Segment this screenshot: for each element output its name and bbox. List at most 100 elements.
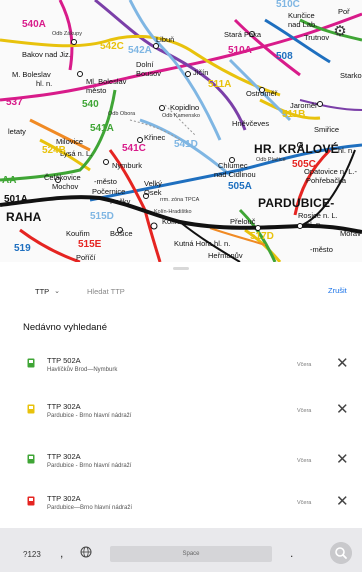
type-dropdown[interactable]: TTP ⌄	[27, 278, 77, 304]
map-station-hr-kralove-hln[interactable]: hl. n.	[338, 147, 354, 155]
map-station-velky-2[interactable]: Osek	[144, 189, 162, 197]
network-map[interactable]: Odb Zákupy Libuň Kunčice nad Lab. Stará …	[0, 0, 362, 262]
drag-handle[interactable]	[173, 267, 189, 270]
map-line-542a[interactable]: 542A	[128, 46, 152, 56]
remove-item-button[interactable]: ✕	[336, 356, 349, 371]
map-station-kolin-hradistko[interactable]: Kolín-Hradištko	[154, 209, 192, 216]
map-station-jicin[interactable]: Jičín	[193, 69, 208, 77]
map-station-chlumec-2[interactable]: nad Cidlinou	[214, 171, 256, 179]
map-station-zona-tpca[interactable]: rrm. zóna TPCA	[160, 197, 199, 204]
map-station-prelouc[interactable]: Přelouč	[230, 218, 255, 226]
map-line-541a[interactable]: 541A	[90, 124, 114, 134]
map-station-kopidlno[interactable]: Kopidlno	[170, 104, 199, 112]
map-line-511b[interactable]: 511B	[282, 110, 305, 120]
map-line-542c[interactable]: 542C	[100, 42, 124, 52]
map-station-odb-placice[interactable]: Odb Plačice	[256, 157, 286, 164]
map-station-mesto2[interactable]: -město	[310, 246, 333, 254]
map-line-508[interactable]: 508	[276, 52, 293, 62]
remove-item-button[interactable]: ✕	[336, 452, 349, 467]
key-space[interactable]: Space	[110, 546, 272, 562]
map-station-celakovice-2[interactable]: Mochov	[52, 183, 78, 191]
map-line-540[interactable]: 540	[82, 100, 99, 110]
cancel-button[interactable]: Zrušit	[328, 286, 347, 295]
search-input[interactable]	[87, 282, 312, 300]
map-station-kourim[interactable]: Kouřim	[66, 230, 90, 238]
search-icon[interactable]	[330, 542, 352, 564]
map-line-515d[interactable]: 515D	[90, 212, 114, 222]
map-station-dolni-1[interactable]: Dolní	[136, 61, 154, 69]
map-line-541c[interactable]: 541C	[122, 144, 146, 154]
globe-icon[interactable]	[80, 546, 92, 558]
map-station-praha[interactable]: RAHA	[6, 211, 41, 223]
gear-icon[interactable]: ⚙	[332, 24, 348, 40]
tram-ticket-icon	[27, 496, 35, 506]
key-comma[interactable]: ,	[60, 546, 63, 560]
map-station-velky-1[interactable]: Velký	[144, 180, 162, 188]
map-station-mesto[interactable]: -město	[94, 178, 117, 186]
map-station-ml-boleslav-mesto-2[interactable]: město	[86, 87, 106, 95]
map-station-ml-boleslav-hln-1[interactable]: M. Boleslav	[12, 71, 51, 79]
map-station-opatovice-2[interactable]: Pohřebačka	[306, 177, 346, 185]
map-station-starko[interactable]: Starko	[340, 72, 362, 80]
map-station-ml-boleslav-hln-2[interactable]: hl. n.	[36, 80, 52, 88]
map-station-stara-paka[interactable]: Stará Paka	[224, 31, 261, 39]
map-station-ostromer[interactable]: Ostroměř	[246, 90, 277, 98]
recent-item-time: Včera	[297, 408, 312, 414]
map-station-pocernice[interactable]: Počernice	[92, 188, 125, 196]
map-station-kolin[interactable]: Kolín	[162, 218, 179, 226]
recent-item-time: Včera	[297, 500, 312, 506]
map-station-rosice-1[interactable]: Rosice n. L.	[298, 212, 338, 220]
map-line-501a[interactable]: 501A	[4, 195, 28, 205]
map-station-letaty[interactable]: letaty	[8, 128, 26, 136]
map-line-510a[interactable]: 510A	[228, 46, 252, 56]
map-line-519[interactable]: 519	[14, 244, 31, 254]
map-line-505c[interactable]: 505C	[292, 160, 316, 170]
map-station-odb-zakupy[interactable]: Odb Zákupy	[52, 31, 82, 38]
map-line-511a[interactable]: 511A	[208, 80, 231, 90]
recent-item[interactable]: TTP 502A Havlíčkův Brod—Nymburk Včera ✕	[0, 350, 362, 390]
map-station-hnevceves[interactable]: Hněvčeves	[232, 120, 269, 128]
map-station-chlumec-1[interactable]: Chlumec	[218, 162, 248, 170]
key-period[interactable]: .	[290, 546, 293, 560]
map-station-odb-obora[interactable]: Odb Obora	[108, 111, 135, 118]
chevron-down-icon: ⌄	[54, 288, 61, 295]
key-symbols[interactable]: ?123	[23, 550, 41, 559]
recent-item[interactable]: TTP 302A Pardubice - Brno hlavní nádraží…	[0, 446, 362, 486]
map-station-nad-lab[interactable]: nad Lab.	[288, 21, 317, 29]
remove-item-button[interactable]: ✕	[336, 494, 349, 509]
map-station-bakov[interactable]: Bakov nad Jiz.	[22, 51, 71, 59]
map-line-505a[interactable]: 505A	[228, 182, 252, 192]
map-station-kuncice[interactable]: Kunčice	[288, 12, 315, 20]
recent-item[interactable]: TTP 302A Pardubice - Brno hlavní nádraží…	[0, 396, 362, 436]
map-line-aa[interactable]: AA	[2, 176, 16, 186]
map-station-podebrady[interactable]: Poříčí	[76, 254, 96, 262]
map-line-541d[interactable]: 541D	[174, 140, 198, 150]
map-station-odb-kamensko[interactable]: Odb Kamensko	[162, 113, 200, 120]
map-station-pardubice[interactable]: PARDUBICE-	[258, 197, 334, 209]
map-station-kutna-hora[interactable]: Kutná Hora hl. n.	[174, 240, 230, 248]
map-line-537[interactable]: 537	[6, 98, 23, 108]
map-line-524b[interactable]: 524B	[42, 146, 66, 156]
map-station-hr-kralove[interactable]: HR. KRÁLOVÉ	[254, 143, 339, 155]
map-station-rosice-2[interactable]: hl. n.	[306, 221, 322, 229]
map-station-smirice[interactable]: Smiřice	[314, 126, 339, 134]
map-station-pecky[interactable]: Pečky	[110, 198, 130, 206]
map-station-por[interactable]: Poř	[338, 8, 350, 16]
map-station-trutnov[interactable]: Trutnov	[304, 34, 329, 42]
map-station-krinec[interactable]: Křinec	[144, 134, 165, 142]
map-station-dolni-2[interactable]: Bousov	[136, 70, 161, 78]
map-line-540a[interactable]: 540A	[22, 20, 46, 30]
map-station-ml-boleslav-mesto-1[interactable]: Ml. Boleslav	[86, 78, 126, 86]
map-station-morav[interactable]: Morav	[340, 230, 361, 238]
map-line-515e[interactable]: 515E	[78, 240, 101, 250]
search-sheet: TTP ⌄ Zrušit Nedávno vyhledané TTP 502A …	[0, 262, 362, 572]
remove-item-button[interactable]: ✕	[336, 402, 349, 417]
map-station-bosice[interactable]: Bošice	[110, 230, 133, 238]
map-station-celakovice-1[interactable]: Čelákovice	[44, 174, 81, 182]
map-station-nymburk[interactable]: Nymburk	[112, 162, 142, 170]
map-line-517d[interactable]: 517D	[250, 232, 274, 242]
map-line-510c[interactable]: 510C	[276, 0, 300, 10]
map-station-libun[interactable]: Libuň	[156, 36, 174, 44]
map-station-hermanuv[interactable]: Heřmanův	[208, 252, 243, 260]
recent-item[interactable]: TTP 302A Pardubice—Brno hlavní nádraží V…	[0, 488, 362, 528]
